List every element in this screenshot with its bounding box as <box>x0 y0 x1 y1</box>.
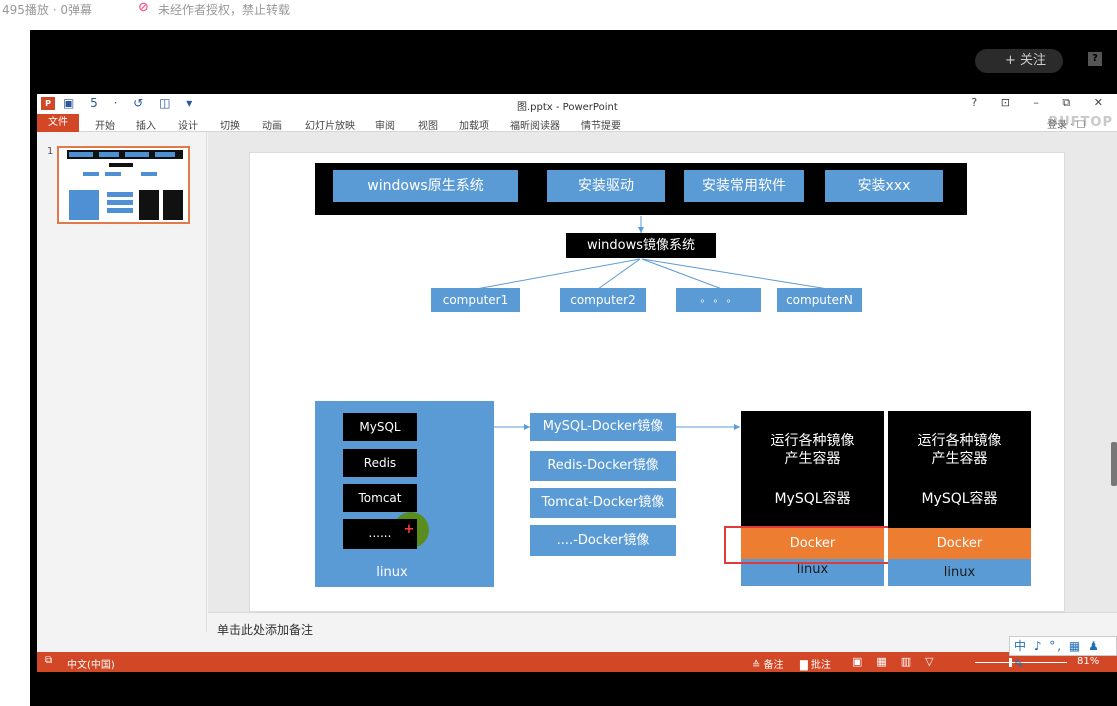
container-sub-1: MySQL容器 <box>774 491 851 507</box>
box-computerN: computerN <box>777 288 862 312</box>
thumb-box <box>107 200 133 205</box>
box-windows-native: windows原生系统 <box>333 170 518 202</box>
tab-view[interactable]: 视图 <box>418 117 438 132</box>
box-windows-image: windows镜像系统 <box>566 233 716 258</box>
ime-toolbar[interactable]: 中 ♪ °, ▦ ♟ ✎ <box>1009 636 1117 671</box>
box-computer2: computer2 <box>560 288 646 312</box>
docker-image-more: ....-Docker镜像 <box>530 525 676 556</box>
tab-transitions[interactable]: 切换 <box>220 117 240 132</box>
tab-animations[interactable]: 动画 <box>262 117 282 132</box>
container-sub-2: MySQL容器 <box>921 491 998 507</box>
thumb-box <box>141 172 157 176</box>
slide-thumbnail-pane: 1 <box>37 132 207 632</box>
thumb-box <box>163 190 183 220</box>
slide-status-icon: ⧉ <box>45 655 53 666</box>
report-icon[interactable]: ? <box>1088 52 1102 66</box>
container-title-2: 运行各种镜像 产生容器 <box>917 433 1002 467</box>
thumb-box <box>107 192 133 197</box>
tab-home[interactable]: 开始 <box>95 117 115 132</box>
slide-canvas: windows原生系统 安装驱动 安装常用软件 安装xxx windows镜像系… <box>249 152 1065 612</box>
side-panel-handle[interactable] <box>1111 442 1117 486</box>
box-computer1: computer1 <box>431 288 520 312</box>
no-repost-notice: 未经作者授权，禁止转载 <box>158 3 291 17</box>
app-tomcat: Tomcat <box>343 484 417 512</box>
tab-foxit[interactable]: 福昕阅读器 <box>510 117 560 132</box>
thumb-box <box>69 152 93 157</box>
thumb-box <box>83 172 99 176</box>
notes-pane[interactable]: 单击此处添加备注 <box>208 612 1117 652</box>
tab-storyboard[interactable]: 情节提要 <box>581 117 621 132</box>
container-panel-1 <box>741 411 884 528</box>
docker-image-mysql: MySQL-Docker镜像 <box>530 413 676 441</box>
tab-addins[interactable]: 加载项 <box>459 117 489 132</box>
linux-label: linux <box>376 565 408 580</box>
window-controls[interactable]: ? ⊡ – ⧉ ✕ <box>971 96 1113 110</box>
follow-button[interactable]: + 关注 <box>975 49 1063 73</box>
thumb-box <box>105 172 121 176</box>
notes-placeholder[interactable]: 单击此处添加备注 <box>217 621 313 638</box>
container-panel-2 <box>888 411 1031 528</box>
docker-image-tomcat: Tomcat-Docker镜像 <box>530 488 676 518</box>
ribbon-tabs: 文件 开始 插入 设计 切换 动画 幻灯片放映 审阅 视图 加载项 福昕阅读器 … <box>37 114 1117 132</box>
thumb-box <box>99 152 119 157</box>
powerpoint-logo-icon: P <box>41 97 55 110</box>
box-install-drivers: 安装驱动 <box>547 170 665 202</box>
docker-image-redis: Redis-Docker镜像 <box>530 451 676 481</box>
tab-slideshow[interactable]: 幻灯片放映 <box>305 117 355 132</box>
comments-toggle-button[interactable]: ▇ 批注 <box>800 656 831 671</box>
views-count: 495播放 · 0弹幕 <box>2 3 92 17</box>
zoom-slider-thumb[interactable] <box>1009 658 1012 667</box>
linux-layer-2: linux <box>888 559 1031 586</box>
box-install-xxx: 安装xxx <box>825 170 943 202</box>
tab-insert[interactable]: 插入 <box>136 117 156 132</box>
tab-file[interactable]: 文件 <box>37 114 79 132</box>
thumb-box <box>69 190 99 220</box>
thumbnail-number: 1 <box>47 146 54 157</box>
app-redis: Redis <box>343 449 417 477</box>
plus-icon: + <box>403 522 415 537</box>
status-bar: ⧉ 中文(中国) ≙ 备注 ▇ 批注 ▣▦▥▽ 81% <box>37 652 1117 672</box>
container-title-1: 运行各种镜像 产生容器 <box>770 433 855 467</box>
sign-in-link[interactable]: 登录 · ☐ <box>1047 116 1086 131</box>
zoom-level[interactable]: 81% <box>1077 656 1099 667</box>
thumb-box <box>139 190 159 220</box>
thumb-box <box>125 152 149 157</box>
prohibited-icon: ⊘ <box>138 0 149 15</box>
title-bar: P ▣ 5 · ↺ ◫ ▾ 图.pptx - PowerPoint ? ⊡ – … <box>37 94 1117 114</box>
language-indicator[interactable]: 中文(中国) <box>67 656 115 671</box>
window-title: 图.pptx - PowerPoint <box>517 102 618 113</box>
app-mysql: MySQL <box>343 413 417 441</box>
quick-access-toolbar[interactable]: ▣ 5 · ↺ ◫ ▾ <box>63 96 198 110</box>
box-ellipsis: 。 。 。 <box>676 288 761 312</box>
highlight-box <box>724 526 890 564</box>
box-install-software: 安装常用软件 <box>684 170 804 202</box>
thumb-box <box>155 152 175 157</box>
tab-design[interactable]: 设计 <box>178 117 198 132</box>
notes-toggle-button[interactable]: ≙ 备注 <box>752 656 784 671</box>
slide-thumbnail[interactable] <box>57 146 190 224</box>
docker-layer-2: Docker <box>888 528 1031 559</box>
thumb-box <box>107 208 133 213</box>
view-buttons[interactable]: ▣▦▥▽ <box>852 655 948 668</box>
thumb-box <box>109 163 133 167</box>
tab-review[interactable]: 审阅 <box>375 117 395 132</box>
video-info-bar: 495播放 · 0弹幕 ⊘ 未经作者授权，禁止转载 <box>0 0 1117 30</box>
